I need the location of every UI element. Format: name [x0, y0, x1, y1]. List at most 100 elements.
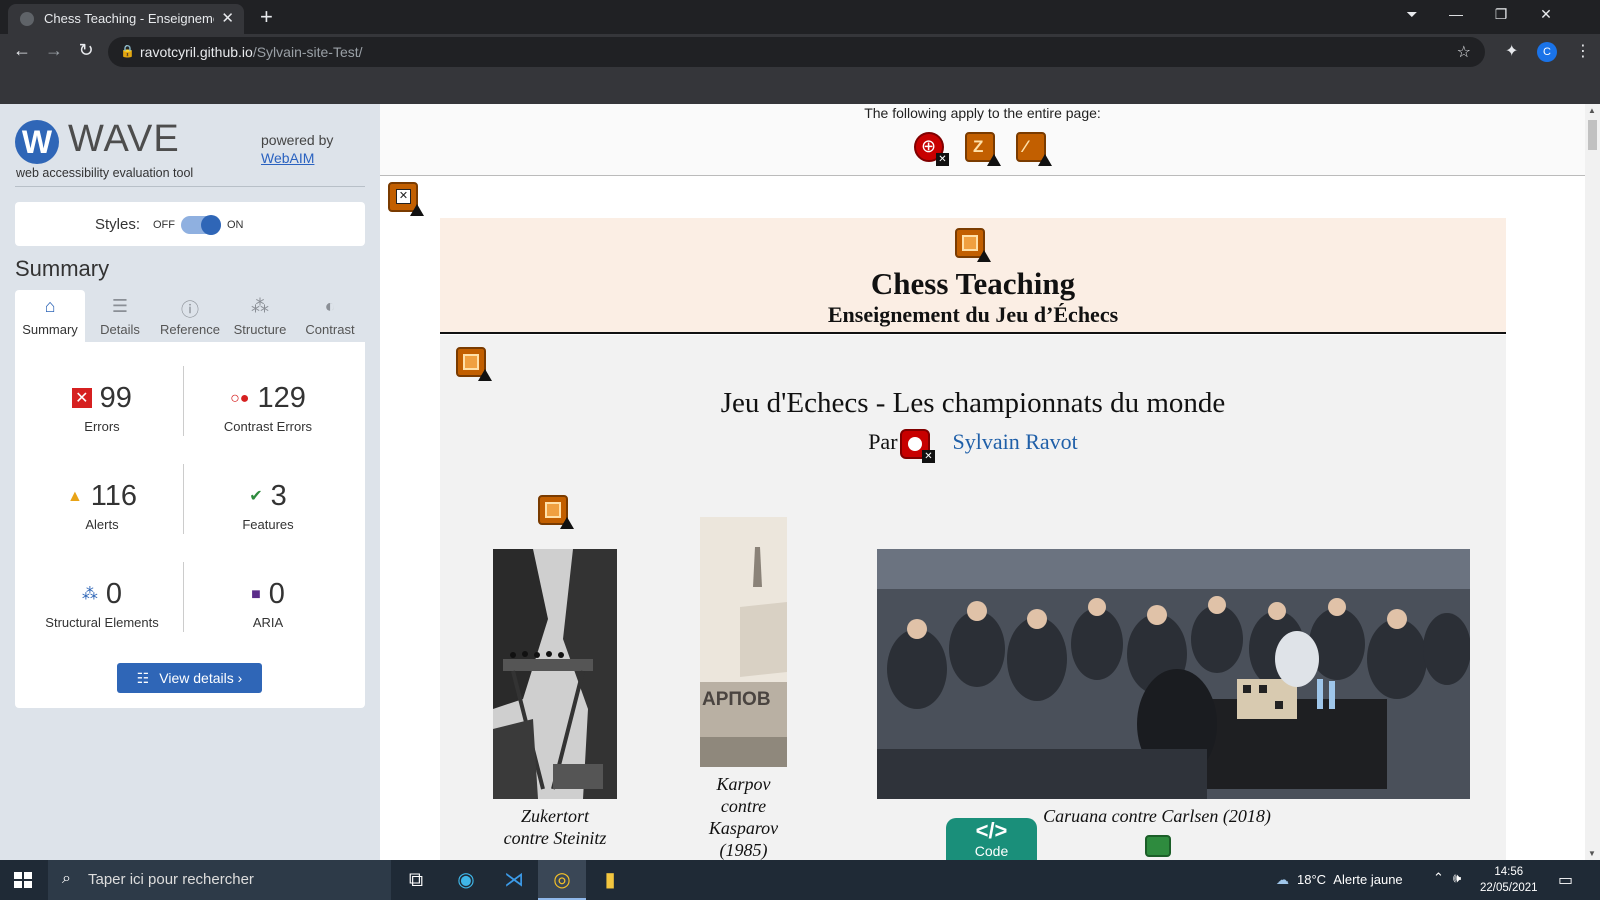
- alerts-stat[interactable]: ▲ 116 Alerts: [17, 480, 187, 532]
- styles-toggle-box: Styles: OFF ON: [15, 202, 365, 246]
- browser-tab[interactable]: Chess Teaching - Enseignement d ✕: [8, 4, 244, 34]
- restore-icon[interactable]: ❐: [1486, 6, 1516, 23]
- toggle-knob: [201, 215, 221, 235]
- evaluated-page: The following apply to the entire page: …: [380, 104, 1585, 860]
- extensions-icon[interactable]: ✦: [1505, 41, 1518, 61]
- globe-icon: [20, 12, 34, 26]
- layout-table-alert-icon[interactable]: [955, 228, 991, 262]
- tab-reference[interactable]: ⓘ Reference: [155, 290, 225, 342]
- scroll-thumb[interactable]: [1588, 120, 1597, 150]
- zukertort-steinitz-photo: [493, 549, 617, 799]
- layout-table-alert-icon[interactable]: [538, 495, 574, 529]
- styles-on-label: ON: [227, 219, 244, 231]
- info-icon: ⓘ: [181, 300, 199, 320]
- karpov-kasparov-photo: АРПОВ: [700, 517, 787, 767]
- wave-sidebar: W WAVE web accessibility evaluation tool…: [0, 104, 380, 860]
- poster-illustration: [700, 517, 787, 767]
- view-details-button[interactable]: ☷ View details ›: [117, 663, 262, 693]
- link-error-icon[interactable]: ✕: [900, 429, 935, 463]
- address-bar[interactable]: 🔒 ravotcyril.github.io/Sylvain-site-Test…: [108, 37, 1485, 67]
- byline: Par Sylvain Ravot: [868, 429, 1078, 454]
- forward-icon[interactable]: →: [40, 40, 68, 61]
- volume-icon[interactable]: 🕪: [1453, 870, 1461, 886]
- summary-heading: Summary: [15, 256, 110, 281]
- notification-icon[interactable]: ▭: [1558, 870, 1573, 890]
- author-link[interactable]: Sylvain Ravot: [953, 429, 1078, 454]
- tab-structure[interactable]: ⁂ Structure: [225, 290, 295, 342]
- weather-widget[interactable]: ☁ 18°C Alerte jaune: [1276, 872, 1403, 888]
- clock[interactable]: 14:56 22/05/2021: [1480, 864, 1538, 896]
- tab-summary[interactable]: ⌂ Summary: [15, 290, 85, 342]
- tab-contrast[interactable]: ◐ Contrast: [295, 290, 365, 342]
- task-view-icon[interactable]: ⧉: [392, 860, 440, 900]
- file-explorer-icon[interactable]: ▮: [586, 860, 634, 900]
- webaim-link[interactable]: WebAIM: [261, 150, 314, 166]
- bookmark-star-icon[interactable]: ☆: [1457, 42, 1471, 62]
- styles-off-label: OFF: [153, 219, 175, 231]
- tab-details[interactable]: ☰ Details: [85, 290, 155, 342]
- summary-panel: ✕ 99 Errors ○● 129 Contrast Errors ▲ 116 Al…: [15, 342, 365, 708]
- photo-caption: Caruana contre Carlsen (2018): [1043, 806, 1271, 826]
- contrast-icon: ◐: [324, 296, 336, 316]
- divider: [15, 186, 365, 187]
- tray-chevron-icon[interactable]: ⌃: [1433, 870, 1444, 886]
- search-icon: ⌕: [62, 870, 71, 887]
- minimize-icon[interactable]: —: [1441, 6, 1471, 22]
- page-wide-issues-bar: The following apply to the entire page: …: [380, 104, 1585, 176]
- powered-by-label: powered by: [261, 132, 334, 148]
- structure-icon: ⁂: [251, 296, 269, 316]
- features-stat[interactable]: ✔ 3 Features: [183, 480, 353, 532]
- home-icon: ⌂: [44, 296, 56, 316]
- edge-icon[interactable]: ◉: [442, 860, 490, 900]
- browser-viewport: W WAVE web accessibility evaluation tool…: [0, 104, 1600, 860]
- reload-icon[interactable]: ↻: [72, 40, 100, 61]
- engraving-illustration: [493, 549, 617, 799]
- page-scrollbar[interactable]: ▲ ▼: [1585, 104, 1600, 860]
- menu-icon[interactable]: ⋮: [1575, 41, 1591, 61]
- styles-label: Styles:: [95, 216, 141, 233]
- back-icon[interactable]: ←: [8, 40, 36, 61]
- wave-logo-icon: W: [15, 120, 59, 164]
- site-title: Chess Teaching: [870, 266, 1076, 301]
- contrast-errors-stat[interactable]: ○● 129 Contrast Errors: [183, 382, 353, 434]
- photo-caption: Zukertort contre Steinitz: [503, 806, 607, 848]
- list-icon: ☷: [136, 670, 150, 686]
- browser-toolbar: ← → ↻ 🔒 ravotcyril.github.io/Sylvain-sit…: [0, 34, 1600, 104]
- chrome-icon[interactable]: ◎: [538, 860, 586, 900]
- structure-icon: ⁂: [81, 586, 98, 603]
- aria-stat[interactable]: ■ 0 ARIA: [183, 578, 353, 630]
- wave-title: WAVE: [68, 118, 180, 160]
- wave-tabs: ⌂ Summary ☰ Details ⓘ Reference ⁂ Struct…: [15, 290, 365, 342]
- new-tab-button[interactable]: +: [260, 4, 273, 30]
- language-error-icon[interactable]: ⊕ ✕: [914, 132, 949, 166]
- structural-elements-stat[interactable]: ⁂ 0 Structural Elements: [17, 578, 187, 630]
- feature-marker-icon[interactable]: [1145, 835, 1171, 857]
- main-content: Jeu d'Echecs - Les championnats du monde…: [440, 335, 1506, 860]
- scroll-down-icon[interactable]: ▼: [1588, 849, 1596, 858]
- cloud-icon: ☁: [1276, 872, 1289, 887]
- profile-avatar[interactable]: C: [1537, 42, 1557, 62]
- tab-title: Chess Teaching - Enseignement d: [44, 11, 214, 26]
- windows-taskbar: ⌕ Taper ici pour rechercher ⧉ ◉ ⋊ ◎ ▮ ☁ 1…: [0, 860, 1600, 900]
- errors-stat[interactable]: ✕ 99 Errors: [17, 382, 187, 434]
- site-subtitle: Enseignement du Jeu d’Échecs: [827, 302, 1119, 327]
- missing-image-alert-icon[interactable]: ✕: [388, 182, 424, 216]
- heading-alert-icon[interactable]: ⁄: [1016, 132, 1052, 166]
- browser-tab-bar: Chess Teaching - Enseignement d ✕ + ⏷ — …: [0, 0, 1600, 34]
- list-icon: ☰: [111, 296, 129, 316]
- contrast-error-icon: ○●: [230, 390, 250, 407]
- code-icon: </>: [975, 818, 1008, 843]
- vscode-icon[interactable]: ⋊: [490, 860, 538, 900]
- code-button[interactable]: </> Code: [946, 818, 1037, 860]
- close-window-icon[interactable]: ✕: [1531, 6, 1561, 23]
- taskbar-search[interactable]: ⌕ Taper ici pour rechercher: [48, 860, 391, 900]
- tab-search-icon[interactable]: ⏷: [1397, 6, 1427, 23]
- close-tab-icon[interactable]: ✕: [221, 9, 234, 27]
- scroll-up-icon[interactable]: ▲: [1588, 106, 1596, 115]
- windows-start-icon[interactable]: [14, 872, 32, 888]
- styles-toggle[interactable]: [181, 215, 221, 235]
- layout-table-alert-icon[interactable]: [456, 347, 492, 381]
- url-text: ravotcyril.github.io/Sylvain-site-Test/: [140, 44, 363, 60]
- title-alert-icon[interactable]: Z: [965, 132, 1001, 166]
- photo-caption: Karpov contre Kasparov (1985): [708, 774, 779, 860]
